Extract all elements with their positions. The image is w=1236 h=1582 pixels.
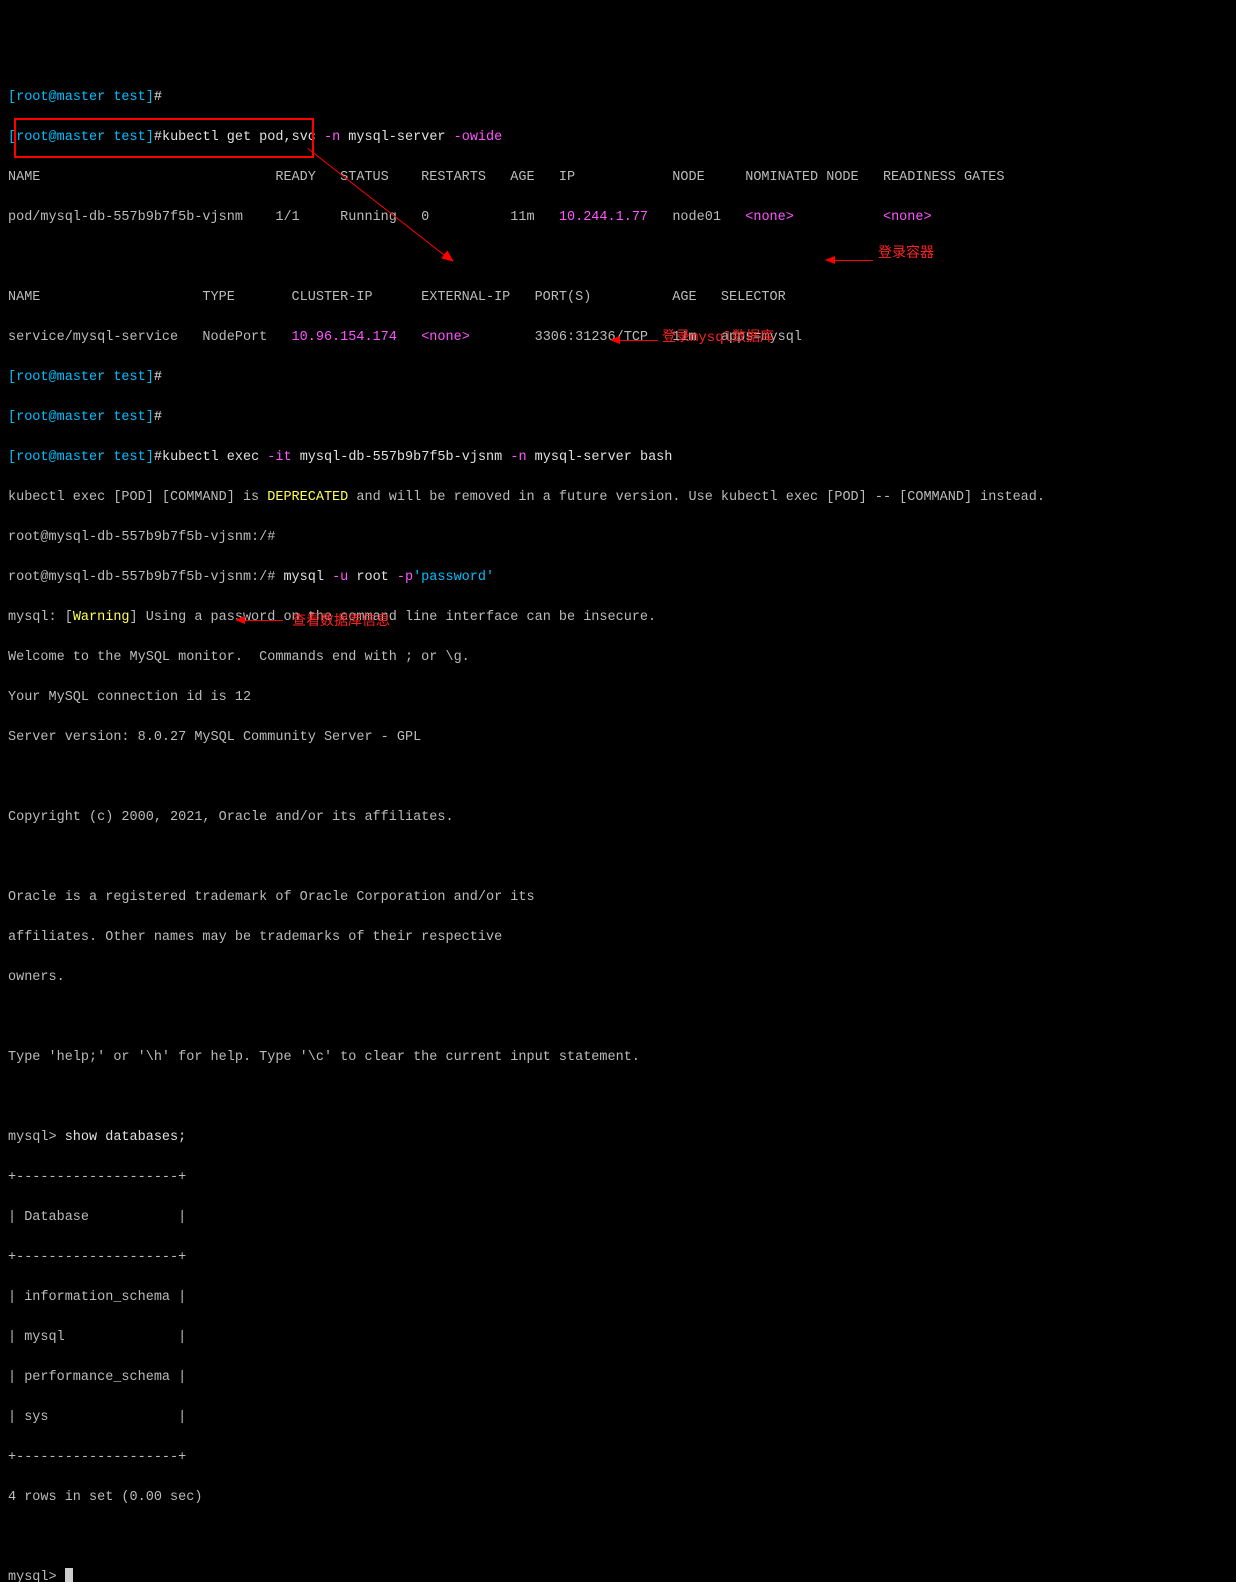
ip-address: 10.244.1.77 [559,210,648,225]
terminal-line: Type 'help;' or '\h' for help. Type '\c'… [8,1048,1228,1068]
annotation-text: 查看数据库信息 [292,612,390,632]
flag: -p [397,570,413,585]
header-row: NAME READY STATUS RESTARTS AGE IP NODE N… [8,168,1228,188]
prompt-hash: # [154,90,162,105]
table-border: +--------------------+ [8,1168,1228,1188]
prompt-hash: # [154,130,162,145]
deprecated-label: DEPRECATED [267,490,348,505]
prompt-bracket: [ [8,90,16,105]
blank-line [8,1008,1228,1028]
terminal-line: [root@master test]#kubectl exec -it mysq… [8,448,1228,468]
terminal-line: Your MySQL connection id is 12 [8,688,1228,708]
flag: -owide [454,130,503,145]
terminal-line: mysql: [Warning] Using a password on the… [8,608,1228,628]
terminal-line: Welcome to the MySQL monitor. Commands e… [8,648,1228,668]
prompt-bracket: ] [146,130,154,145]
terminal-line: [root@master test]#kubectl get pod,svc -… [8,128,1228,148]
terminal-line: [root@master test]# [8,368,1228,388]
table-row: | sys | [8,1408,1228,1428]
terminal-line: Server version: 8.0.27 MySQL Community S… [8,728,1228,748]
table-row: | performance_schema | [8,1368,1228,1388]
terminal-line: owners. [8,968,1228,988]
cursor-icon [65,1568,73,1582]
terminal-line: [root@master test]# [8,88,1228,108]
prompt-bracket: [ [8,130,16,145]
prompt-dir: test [105,130,146,145]
blank-line [8,1528,1228,1548]
svc-row: service/mysql-service NodePort 10.96.154… [8,328,1228,348]
prompt-user: root@master [16,90,105,105]
command-text: kubectl get pod,svc [162,130,324,145]
warning-label: Warning [73,610,130,625]
table-row: | mysql | [8,1328,1228,1348]
flag: -n [510,450,526,465]
terminal-window[interactable]: [root@master test]# [root@master test]#k… [8,68,1228,1582]
terminal-line: Oracle is a registered trademark of Orac… [8,888,1228,908]
mysql-prompt: mysql> [8,1130,57,1145]
annotation-text: 登录mysql数据库 [662,328,774,348]
flag: -it [267,450,291,465]
annotation-text: 登录容器 [878,244,934,264]
flag: -u [332,570,348,585]
command-text: show databases; [57,1130,187,1145]
flag: -n [324,130,340,145]
terminal-line: kubectl exec [POD] [COMMAND] is DEPRECAT… [8,488,1228,508]
table-row: | information_schema | [8,1288,1228,1308]
prompt-user: root@master [16,130,105,145]
terminal-line: 4 rows in set (0.00 sec) [8,1488,1228,1508]
blank-line [8,248,1228,268]
table-border: +--------------------+ [8,1448,1228,1468]
terminal-line: root@mysql-db-557b9b7f5b-vjsnm:/# [8,528,1228,548]
blank-line [8,848,1228,868]
terminal-line: root@mysql-db-557b9b7f5b-vjsnm:/# mysql … [8,568,1228,588]
prompt-bracket: ] [146,90,154,105]
terminal-line[interactable]: mysql> [8,1568,1228,1582]
terminal-line: affiliates. Other names may be trademark… [8,928,1228,948]
password-string: 'password' [413,570,494,585]
cluster-ip: 10.96.154.174 [292,330,397,345]
blank-line [8,768,1228,788]
header-row: NAME TYPE CLUSTER-IP EXTERNAL-IP PORT(S)… [8,288,1228,308]
prompt-dir: test [105,90,146,105]
terminal-line: mysql> show databases; [8,1128,1228,1148]
table-border: +--------------------+ [8,1248,1228,1268]
terminal-line: Copyright (c) 2000, 2021, Oracle and/or … [8,808,1228,828]
bash-prompt: root@mysql-db-557b9b7f5b-vjsnm:/# [8,530,275,545]
terminal-line: [root@master test]# [8,408,1228,428]
blank-line [8,1088,1228,1108]
pod-row: pod/mysql-db-557b9b7f5b-vjsnm 1/1 Runnin… [8,208,1228,228]
table-header: | Database | [8,1208,1228,1228]
